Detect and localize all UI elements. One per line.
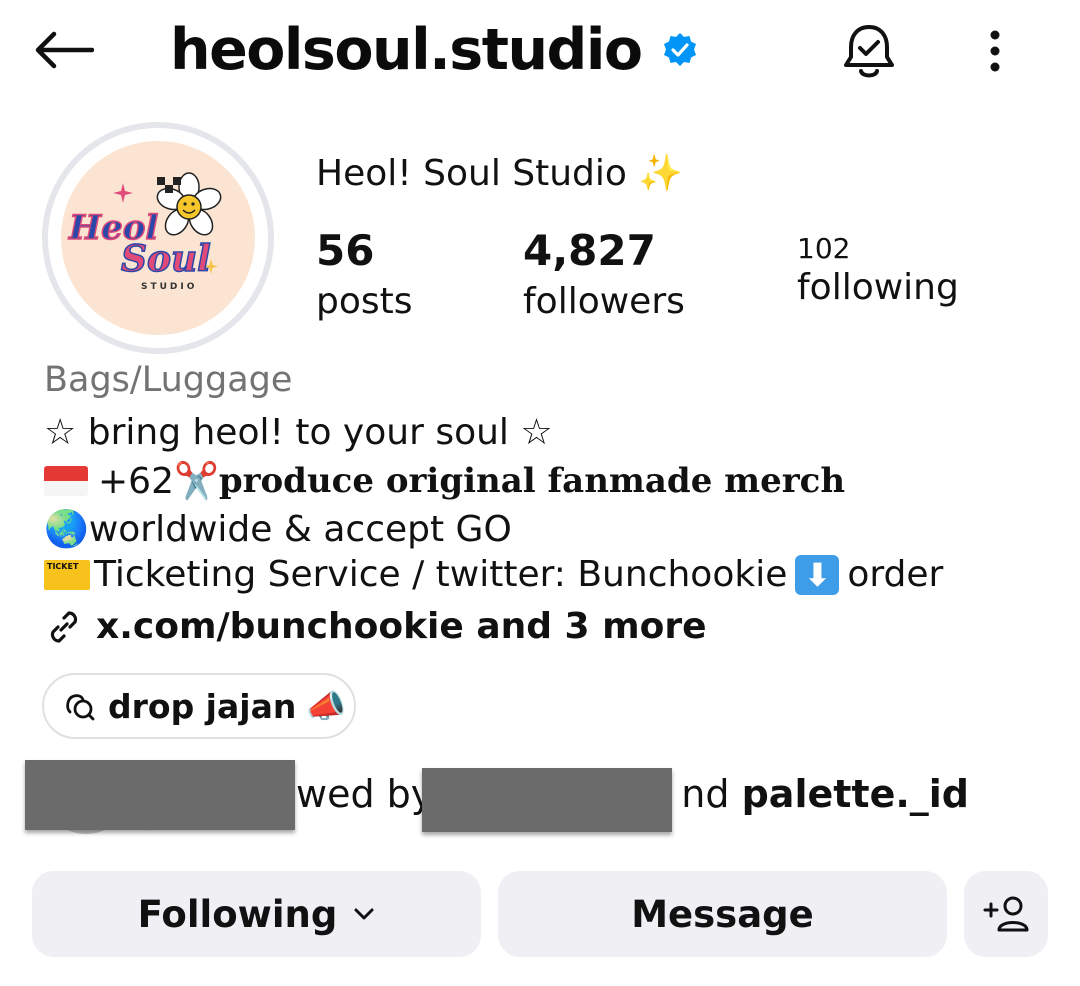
chevron-down-icon: [354, 908, 374, 920]
following-count: 102: [797, 232, 851, 265]
back-button[interactable]: [30, 22, 96, 78]
verified-badge-icon: [662, 32, 698, 68]
display-name-text: Heol! Soul Studio: [316, 153, 627, 194]
message-button[interactable]: Message: [498, 871, 947, 957]
posts-stat[interactable]: 56 posts: [316, 226, 413, 322]
bio-line-4: TICKET Ticketing Service / twitter: Bunc…: [44, 554, 943, 595]
avatar-logo: Heol Soul STUDIO: [61, 141, 255, 335]
bio-line-1: ☆ bring heol! to your soul ☆: [44, 412, 553, 453]
indonesia-flag-icon: [44, 466, 88, 496]
followed-by-and: nd: [681, 772, 730, 816]
bio-line-2: +62 ✂️ produce original fanmade merch: [44, 460, 845, 502]
following-button-label: Following: [137, 892, 338, 936]
threads-chip[interactable]: drop jajan 📣: [42, 673, 356, 739]
threads-icon: [66, 694, 95, 721]
following-stat[interactable]: 102 following: [797, 232, 959, 308]
person-add-icon: [983, 896, 1029, 932]
bio-order-text: order: [847, 554, 944, 595]
bio-worldwide-text: worldwide & accept GO: [88, 508, 512, 550]
page-title: heolsoul.studio: [170, 17, 643, 83]
heol-soul-logo: Heol Soul STUDIO: [67, 172, 222, 292]
posts-count: 56: [316, 226, 375, 275]
following-button[interactable]: Following: [32, 871, 481, 957]
bio-line-3: 🌏 worldwide & accept GO: [44, 508, 512, 551]
sparkles-emoji: ✨: [638, 153, 684, 194]
ticket-icon: TICKET: [44, 559, 90, 590]
chip-label: drop jajan: [108, 686, 297, 726]
ticket-icon-label: TICKET: [47, 561, 79, 571]
header-title-group: heolsoul.studio: [170, 12, 698, 88]
suggest-people-button[interactable]: [964, 871, 1048, 957]
more-options-button[interactable]: [968, 20, 1022, 82]
avatar-text-studio: STUDIO: [141, 282, 197, 292]
profile-avatar[interactable]: Heol Soul STUDIO: [42, 122, 274, 354]
message-button-label: Message: [631, 892, 814, 936]
followed-by-fragment: wed by: [296, 772, 434, 816]
bio-merch-text: produce original fanmade merch: [218, 461, 846, 501]
avatar-text-soul: Soul: [121, 238, 211, 280]
posts-label: posts: [316, 281, 413, 322]
followers-count: 4,827: [523, 226, 656, 275]
down-arrow-emoji: ⬇: [795, 554, 840, 595]
followers-stat[interactable]: 4,827 followers: [523, 226, 685, 322]
bio-link-text: x.com/bunchookie and 3 more: [96, 606, 707, 647]
redaction-block-1: [25, 760, 295, 830]
profile-category: Bags/Luggage: [44, 360, 293, 400]
phone-prefix: +62: [98, 460, 174, 502]
notifications-button[interactable]: [838, 20, 900, 82]
bio-ticketing-text: Ticketing Service / twitter: Bunchookie: [94, 554, 788, 595]
bell-check-icon: [844, 25, 894, 78]
globe-emoji: 🌏: [44, 509, 89, 550]
scissors-emoji: ✂️: [173, 461, 219, 502]
bio-link[interactable]: x.com/bunchookie and 3 more: [44, 606, 707, 647]
display-name: Heol! Soul Studio ✨: [316, 152, 683, 194]
more-vertical-icon: [990, 30, 1000, 72]
megaphone-emoji: 📣: [306, 688, 347, 724]
redaction-block-2: [422, 768, 672, 832]
arrow-left-icon: [35, 31, 94, 69]
followers-label: followers: [523, 281, 685, 322]
mutual-account-name: palette._id: [741, 772, 969, 816]
following-label: following: [797, 267, 959, 308]
link-icon: [50, 610, 78, 643]
